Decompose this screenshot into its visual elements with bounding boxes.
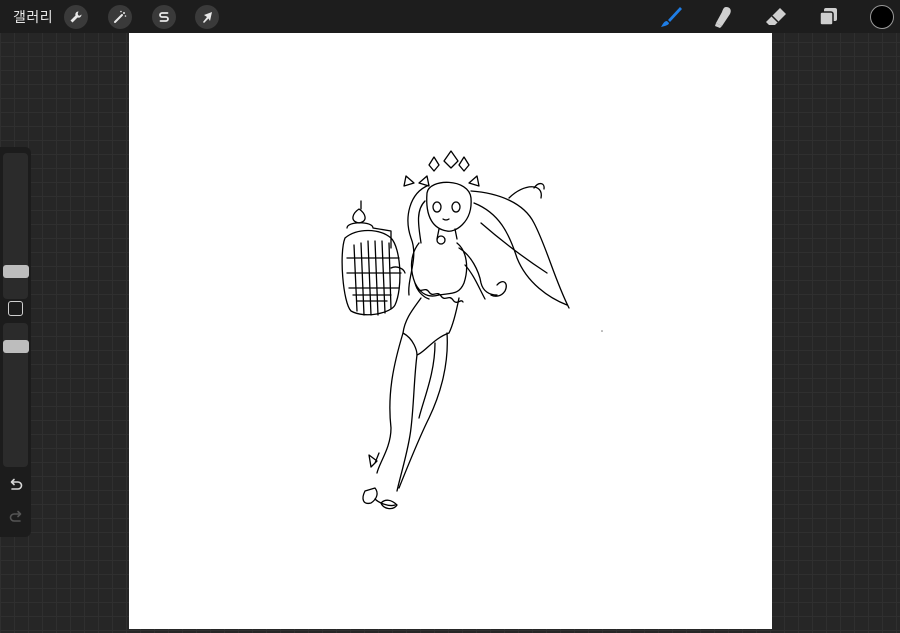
selection-s-icon — [159, 12, 169, 22]
left-sidebar — [0, 147, 31, 537]
selection-button[interactable] — [152, 5, 176, 29]
line-art-drawing — [341, 150, 603, 510]
layers-icon[interactable] — [816, 4, 842, 30]
arrow-cursor-icon — [203, 12, 212, 23]
redo-icon[interactable] — [7, 509, 25, 527]
top-toolbar: 갤러리 — [0, 0, 900, 33]
wrench-icon — [70, 11, 82, 23]
undo-icon[interactable] — [7, 477, 25, 495]
brush-size-handle[interactable] — [3, 265, 29, 278]
transform-button[interactable] — [195, 5, 219, 29]
gallery-button[interactable]: 갤러리 — [13, 7, 53, 27]
magic-wand-icon — [114, 10, 127, 23]
smudge-icon[interactable] — [710, 4, 736, 30]
adjustments-button[interactable] — [108, 5, 132, 29]
actions-button[interactable] — [64, 5, 88, 29]
color-picker-button[interactable] — [870, 5, 894, 29]
drawing-canvas[interactable] — [129, 33, 772, 629]
eraser-icon[interactable] — [763, 4, 789, 30]
brush-icon[interactable] — [658, 4, 684, 30]
square-modifier-icon[interactable] — [8, 301, 23, 316]
opacity-handle[interactable] — [3, 340, 29, 353]
